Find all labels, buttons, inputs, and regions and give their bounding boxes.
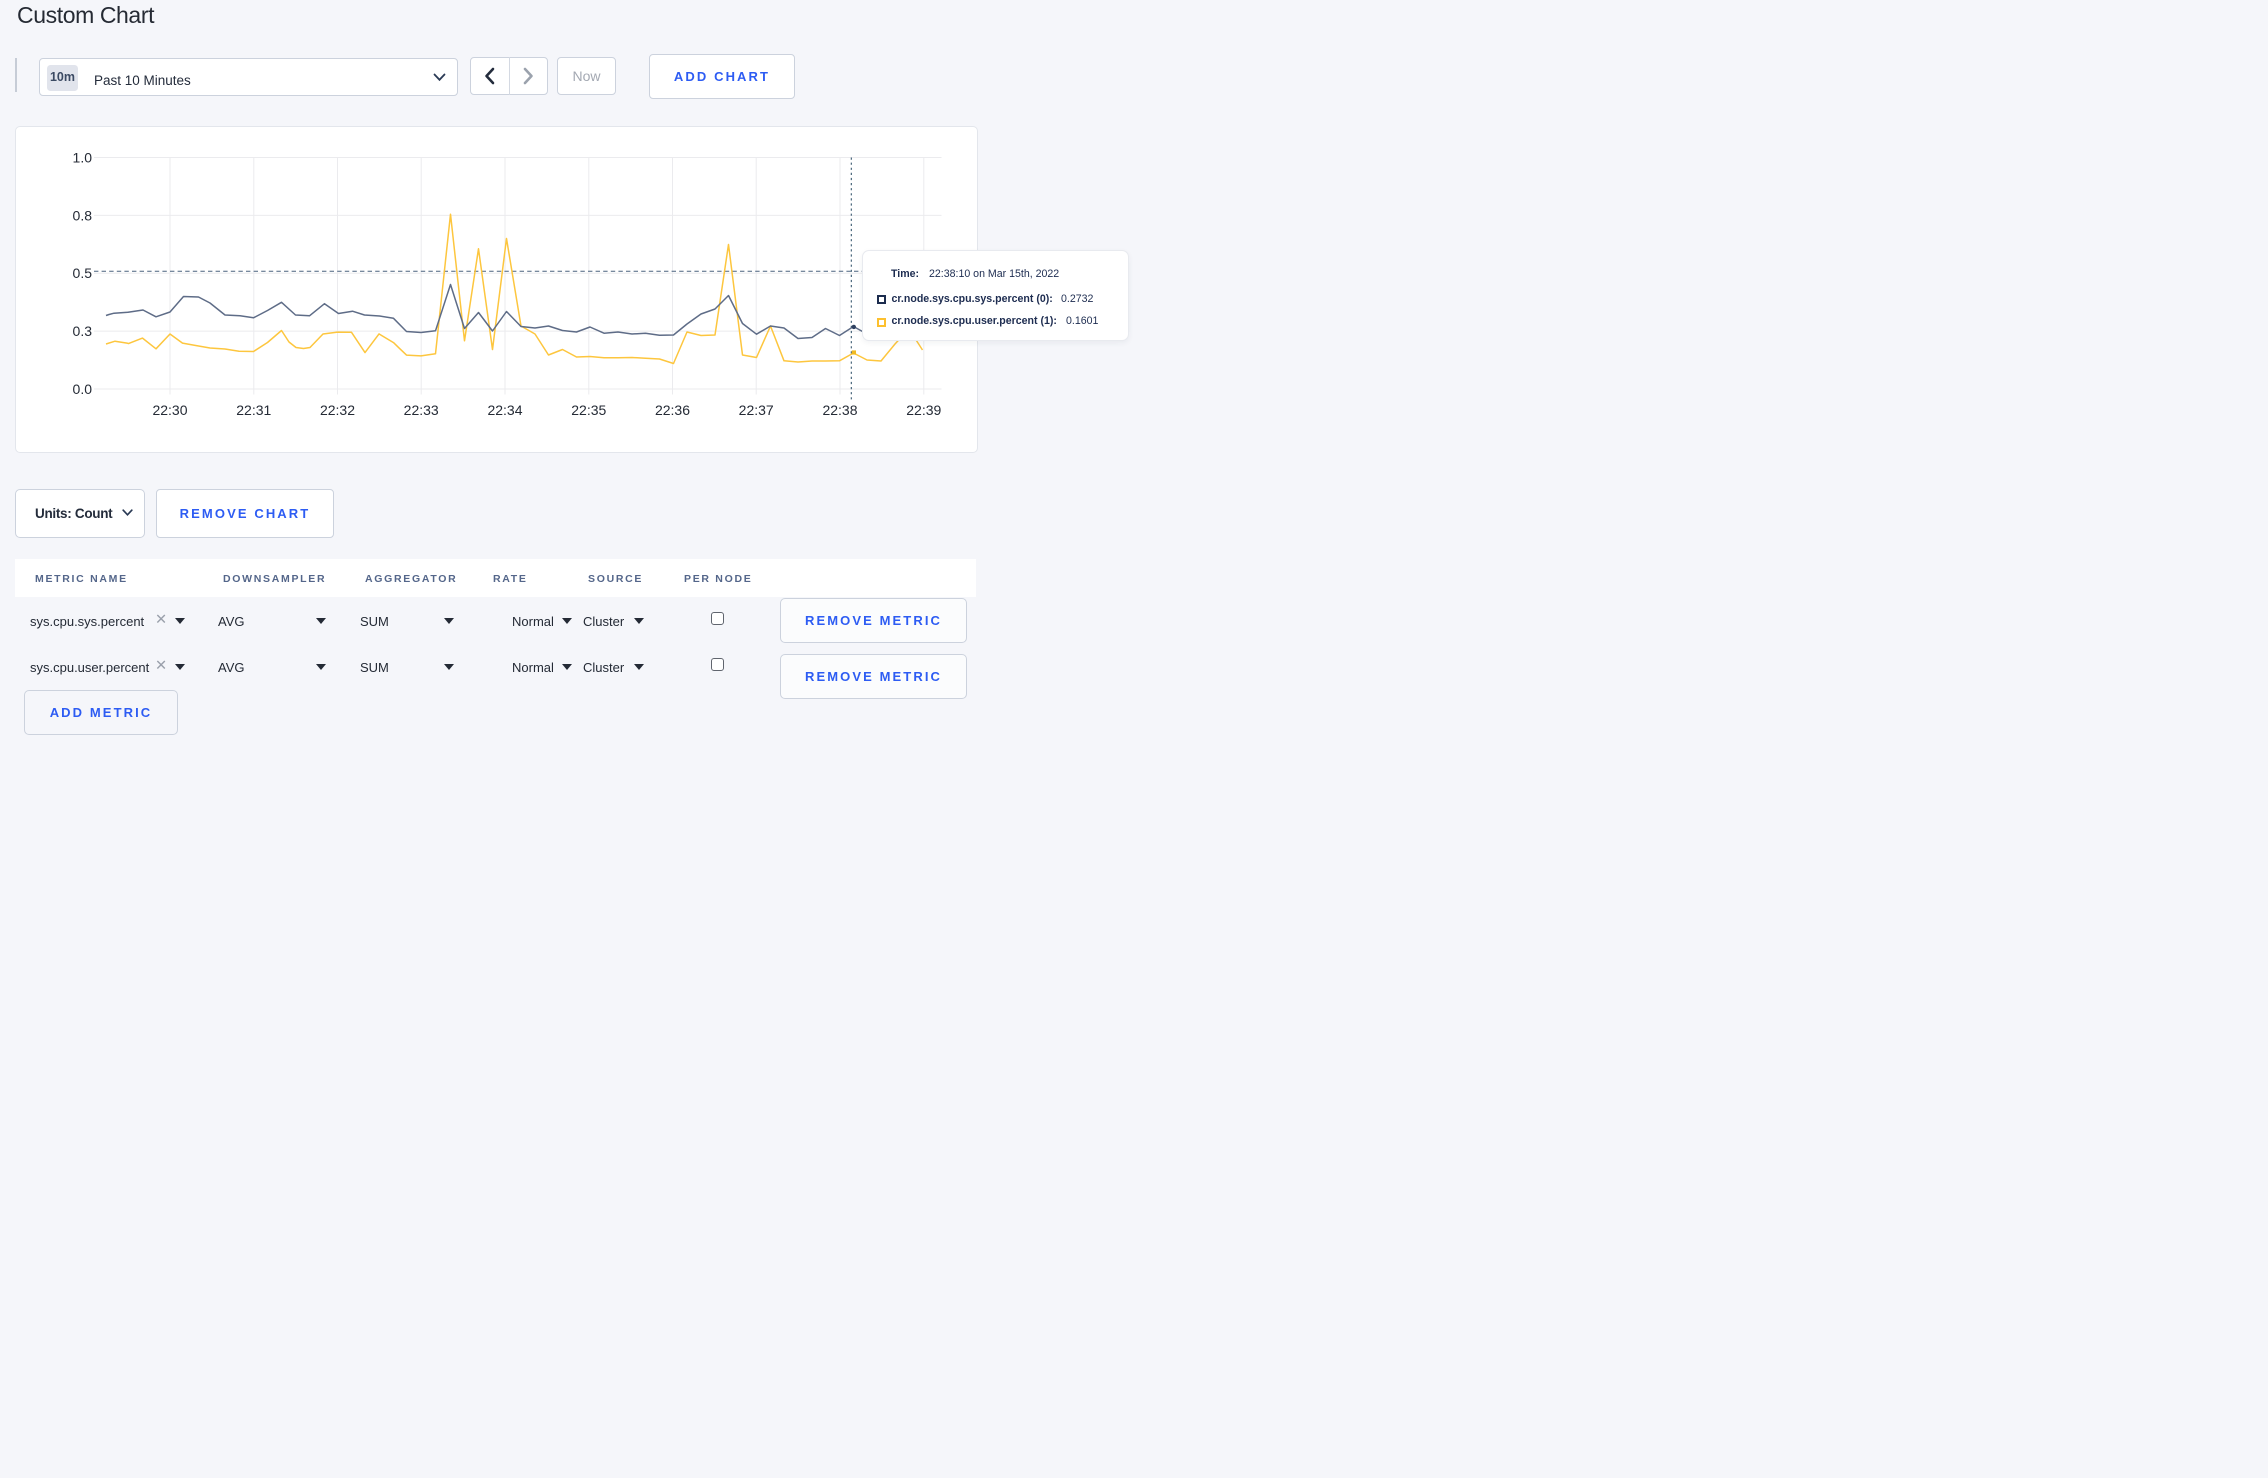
svg-text:22:33: 22:33 bbox=[404, 402, 439, 418]
svg-text:22:34: 22:34 bbox=[487, 402, 522, 418]
svg-text:0.5: 0.5 bbox=[73, 265, 93, 281]
svg-text:22:39: 22:39 bbox=[906, 402, 941, 418]
svg-text:22:32: 22:32 bbox=[320, 402, 355, 418]
svg-text:0.0: 0.0 bbox=[73, 381, 93, 397]
svg-text:22:31: 22:31 bbox=[236, 402, 271, 418]
svg-text:0.8: 0.8 bbox=[73, 207, 93, 223]
svg-text:22:38: 22:38 bbox=[822, 402, 857, 418]
svg-text:22:36: 22:36 bbox=[655, 402, 690, 418]
svg-text:22:37: 22:37 bbox=[739, 402, 774, 418]
svg-text:0.3: 0.3 bbox=[73, 323, 93, 339]
svg-text:22:30: 22:30 bbox=[152, 402, 187, 418]
svg-text:1.0: 1.0 bbox=[73, 150, 93, 166]
svg-text:22:35: 22:35 bbox=[571, 402, 606, 418]
